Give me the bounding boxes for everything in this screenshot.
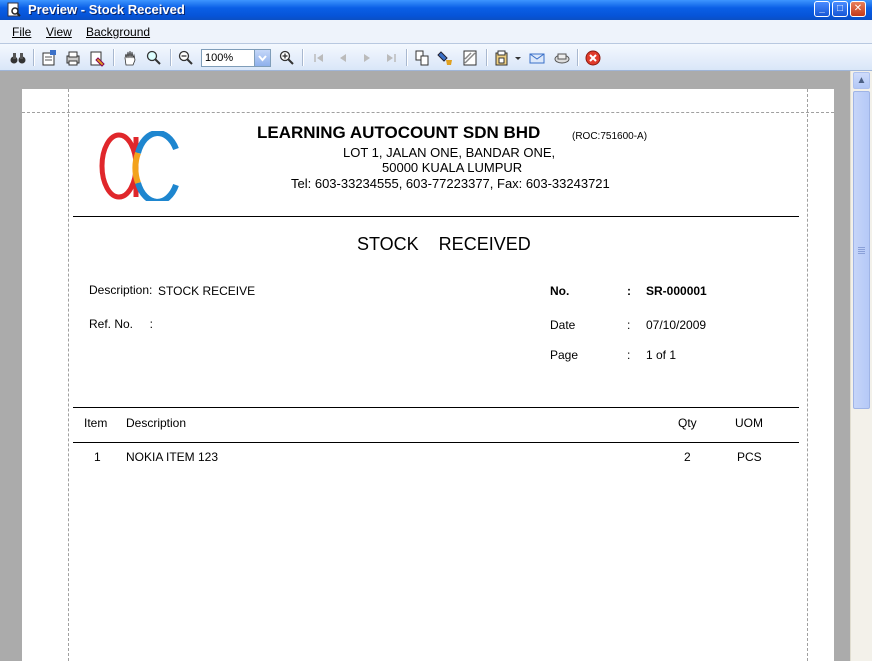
maximize-button[interactable]: □ — [832, 1, 848, 17]
row-item: 1 — [94, 450, 101, 464]
color-icon[interactable] — [437, 49, 455, 67]
zoom-value: 100% — [205, 52, 234, 64]
preview-app-icon — [7, 2, 21, 17]
page-setup-icon[interactable] — [88, 49, 106, 67]
menu-bar: File View Background — [0, 20, 872, 44]
zoom-out-icon[interactable] — [177, 49, 195, 67]
header-divider — [73, 216, 799, 217]
doc-no-value: SR-000001 — [646, 284, 707, 298]
company-contact: Tel: 603-33234555, 603-77223377, Fax: 60… — [291, 176, 610, 191]
description-label: Description: — [89, 283, 153, 297]
ref-no-label: Ref. No. : — [89, 317, 154, 331]
page-colon: : — [627, 348, 631, 362]
menu-file[interactable]: File — [12, 25, 31, 39]
title-bar: Preview - Stock Received _ □ ✕ — [0, 0, 872, 20]
date-label: Date — [550, 318, 576, 332]
column-header-description: Description — [126, 416, 187, 430]
row-qty: 2 — [684, 450, 691, 464]
magnifier-icon[interactable] — [145, 49, 163, 67]
column-header-qty: Qty — [678, 416, 697, 430]
company-roc: (ROC:751600-A) — [572, 131, 648, 142]
table-header-divider — [73, 442, 799, 443]
company-address-line2: 50000 KUALA LUMPUR — [382, 160, 523, 175]
export-file-icon[interactable] — [553, 49, 571, 67]
open-icon[interactable] — [40, 49, 58, 67]
hand-tool-icon[interactable] — [121, 49, 139, 67]
row-uom: PCS — [737, 450, 762, 464]
first-page-icon[interactable] — [310, 49, 328, 67]
row-description: NOKIA ITEM 123 — [126, 450, 219, 464]
column-header-item: Item — [84, 416, 108, 430]
document-title: STOCK RECEIVED — [357, 234, 531, 254]
vertical-scrollbar[interactable]: ▲ — [850, 71, 872, 661]
email-icon[interactable] — [528, 49, 546, 67]
report-page: LEARNING AUTOCOUNT SDN BHD (ROC:751600-A… — [22, 89, 834, 661]
previous-page-icon[interactable] — [334, 49, 352, 67]
date-colon: : — [627, 318, 631, 332]
doc-no-colon: : — [627, 284, 631, 298]
company-name: LEARNING AUTOCOUNT SDN BHD — [257, 123, 541, 142]
zoom-select[interactable]: 100% — [201, 49, 271, 67]
preview-area[interactable]: LEARNING AUTOCOUNT SDN BHD (ROC:751600-A… — [0, 71, 850, 661]
export-dropdown-icon[interactable] — [514, 49, 522, 67]
minimize-button[interactable]: _ — [814, 1, 830, 17]
column-header-uom: UOM — [735, 416, 763, 430]
zoom-in-icon[interactable] — [278, 49, 296, 67]
multiple-pages-icon[interactable] — [413, 49, 431, 67]
next-page-icon[interactable] — [358, 49, 376, 67]
print-icon[interactable] — [64, 49, 82, 67]
page-value: 1 of 1 — [646, 348, 677, 362]
company-logo — [99, 131, 179, 201]
doc-no-label: No. — [550, 284, 570, 298]
table-top-divider — [73, 407, 799, 408]
close-button[interactable]: ✕ — [850, 1, 866, 17]
find-icon[interactable] — [9, 49, 27, 67]
chevron-down-icon[interactable] — [254, 50, 270, 66]
company-address-line1: LOT 1, JALAN ONE, BANDAR ONE, — [343, 145, 556, 160]
scroll-up-button[interactable]: ▲ — [853, 72, 870, 89]
watermark-icon[interactable] — [461, 49, 479, 67]
menu-background[interactable]: Background — [86, 25, 150, 39]
description-value: STOCK RECEIVE — [158, 284, 256, 298]
export-icon[interactable] — [494, 49, 512, 67]
window-title: Preview - Stock Received — [28, 2, 185, 17]
date-value: 07/10/2009 — [646, 318, 707, 332]
last-page-icon[interactable] — [382, 49, 400, 67]
close-preview-icon[interactable] — [584, 49, 602, 67]
scroll-thumb[interactable] — [853, 91, 870, 409]
toolbar — [0, 44, 872, 71]
menu-view[interactable]: View — [46, 25, 72, 39]
page-label: Page — [550, 348, 579, 362]
